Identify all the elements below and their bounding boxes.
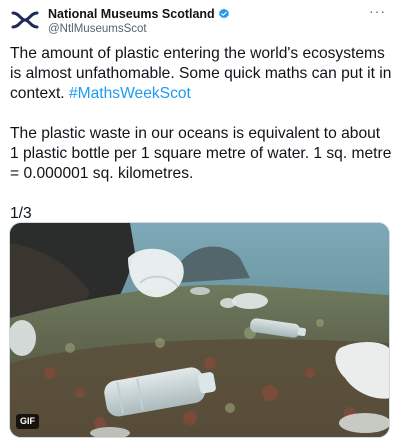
- tweet-paragraph-1: The amount of plastic entering the world…: [10, 44, 392, 104]
- more-options-icon[interactable]: ···: [369, 4, 386, 18]
- tweet: National Museums Scotland @NtlMuseumsSco…: [0, 0, 400, 448]
- nms-logo-icon: [11, 11, 39, 29]
- tweet-header: National Museums Scotland @NtlMuseumsSco…: [48, 6, 370, 35]
- hashtag-link[interactable]: #MathsWeekScot: [69, 85, 191, 102]
- thread-count: 1/3: [10, 205, 32, 222]
- underwater-plastic-image: [10, 223, 389, 437]
- media-gif[interactable]: GIF: [9, 222, 390, 438]
- tweet-text: The amount of plastic entering the world…: [10, 44, 392, 244]
- tweet-paragraph-2: The plastic waste in our oceans is equiv…: [10, 125, 392, 182]
- handle[interactable]: @NtlMuseumsScot: [48, 23, 370, 35]
- gif-badge: GIF: [16, 414, 39, 429]
- name-row: National Museums Scotland: [48, 6, 370, 22]
- verified-badge-icon: [218, 8, 230, 20]
- tweet-paragraph-1-text: The amount of plastic entering the world…: [10, 45, 392, 102]
- avatar[interactable]: [6, 7, 44, 33]
- display-name[interactable]: National Museums Scotland: [48, 7, 215, 21]
